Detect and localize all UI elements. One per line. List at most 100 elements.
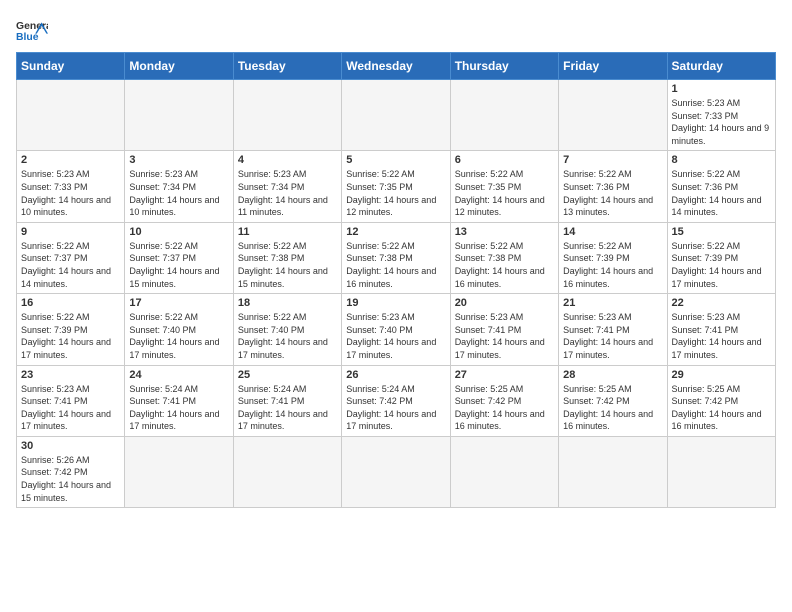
calendar-row: 30 Sunrise: 5:26 AMSunset: 7:42 PMDaylig… bbox=[17, 436, 776, 507]
svg-text:Blue: Blue bbox=[16, 32, 39, 43]
day-number: 12 bbox=[346, 226, 445, 238]
calendar-day bbox=[125, 80, 233, 151]
day-info: Sunrise: 5:23 AMSunset: 7:41 PMDaylight:… bbox=[455, 311, 554, 361]
day-number: 9 bbox=[21, 226, 120, 238]
day-number: 7 bbox=[563, 154, 662, 166]
day-number: 26 bbox=[346, 369, 445, 381]
day-number: 8 bbox=[672, 154, 771, 166]
calendar-row: 1 Sunrise: 5:23 AMSunset: 7:33 PMDayligh… bbox=[17, 80, 776, 151]
day-info: Sunrise: 5:22 AMSunset: 7:39 PMDaylight:… bbox=[563, 240, 662, 290]
day-info: Sunrise: 5:23 AMSunset: 7:41 PMDaylight:… bbox=[563, 311, 662, 361]
calendar-row: 9 Sunrise: 5:22 AMSunset: 7:37 PMDayligh… bbox=[17, 222, 776, 293]
day-info: Sunrise: 5:22 AMSunset: 7:36 PMDaylight:… bbox=[563, 168, 662, 218]
day-info: Sunrise: 5:25 AMSunset: 7:42 PMDaylight:… bbox=[455, 383, 554, 433]
day-number: 25 bbox=[238, 369, 337, 381]
calendar-day bbox=[342, 80, 450, 151]
header-friday: Friday bbox=[559, 53, 667, 80]
day-info: Sunrise: 5:22 AMSunset: 7:37 PMDaylight:… bbox=[129, 240, 228, 290]
calendar-day: 26 Sunrise: 5:24 AMSunset: 7:42 PMDaylig… bbox=[342, 365, 450, 436]
day-info: Sunrise: 5:24 AMSunset: 7:42 PMDaylight:… bbox=[346, 383, 445, 433]
calendar-day: 21 Sunrise: 5:23 AMSunset: 7:41 PMDaylig… bbox=[559, 294, 667, 365]
day-number: 22 bbox=[672, 297, 771, 309]
calendar-day bbox=[342, 436, 450, 507]
day-number: 30 bbox=[21, 440, 120, 452]
day-number: 29 bbox=[672, 369, 771, 381]
day-info: Sunrise: 5:23 AMSunset: 7:40 PMDaylight:… bbox=[346, 311, 445, 361]
day-number: 1 bbox=[672, 83, 771, 95]
calendar-day bbox=[233, 436, 341, 507]
day-info: Sunrise: 5:22 AMSunset: 7:36 PMDaylight:… bbox=[672, 168, 771, 218]
weekday-header-row: Sunday Monday Tuesday Wednesday Thursday… bbox=[17, 53, 776, 80]
day-info: Sunrise: 5:22 AMSunset: 7:39 PMDaylight:… bbox=[21, 311, 120, 361]
day-number: 15 bbox=[672, 226, 771, 238]
day-info: Sunrise: 5:26 AMSunset: 7:42 PMDaylight:… bbox=[21, 454, 120, 504]
calendar-day bbox=[17, 80, 125, 151]
calendar-day: 23 Sunrise: 5:23 AMSunset: 7:41 PMDaylig… bbox=[17, 365, 125, 436]
day-info: Sunrise: 5:22 AMSunset: 7:35 PMDaylight:… bbox=[455, 168, 554, 218]
calendar-day: 29 Sunrise: 5:25 AMSunset: 7:42 PMDaylig… bbox=[667, 365, 775, 436]
day-info: Sunrise: 5:22 AMSunset: 7:38 PMDaylight:… bbox=[238, 240, 337, 290]
day-info: Sunrise: 5:22 AMSunset: 7:38 PMDaylight:… bbox=[455, 240, 554, 290]
calendar-day: 10 Sunrise: 5:22 AMSunset: 7:37 PMDaylig… bbox=[125, 222, 233, 293]
day-info: Sunrise: 5:22 AMSunset: 7:39 PMDaylight:… bbox=[672, 240, 771, 290]
calendar-row: 23 Sunrise: 5:23 AMSunset: 7:41 PMDaylig… bbox=[17, 365, 776, 436]
day-number: 13 bbox=[455, 226, 554, 238]
day-info: Sunrise: 5:23 AMSunset: 7:34 PMDaylight:… bbox=[129, 168, 228, 218]
calendar-day bbox=[233, 80, 341, 151]
calendar-table: Sunday Monday Tuesday Wednesday Thursday… bbox=[16, 52, 776, 508]
day-number: 10 bbox=[129, 226, 228, 238]
logo-icon: General Blue bbox=[16, 16, 48, 44]
calendar-day: 24 Sunrise: 5:24 AMSunset: 7:41 PMDaylig… bbox=[125, 365, 233, 436]
calendar-day: 20 Sunrise: 5:23 AMSunset: 7:41 PMDaylig… bbox=[450, 294, 558, 365]
calendar-row: 2 Sunrise: 5:23 AMSunset: 7:33 PMDayligh… bbox=[17, 151, 776, 222]
day-number: 28 bbox=[563, 369, 662, 381]
calendar-row: 16 Sunrise: 5:22 AMSunset: 7:39 PMDaylig… bbox=[17, 294, 776, 365]
day-number: 3 bbox=[129, 154, 228, 166]
calendar-day: 5 Sunrise: 5:22 AMSunset: 7:35 PMDayligh… bbox=[342, 151, 450, 222]
calendar-day: 7 Sunrise: 5:22 AMSunset: 7:36 PMDayligh… bbox=[559, 151, 667, 222]
calendar-day: 15 Sunrise: 5:22 AMSunset: 7:39 PMDaylig… bbox=[667, 222, 775, 293]
calendar-day: 6 Sunrise: 5:22 AMSunset: 7:35 PMDayligh… bbox=[450, 151, 558, 222]
calendar-day: 4 Sunrise: 5:23 AMSunset: 7:34 PMDayligh… bbox=[233, 151, 341, 222]
day-number: 18 bbox=[238, 297, 337, 309]
day-number: 16 bbox=[21, 297, 120, 309]
header-wednesday: Wednesday bbox=[342, 53, 450, 80]
logo: General Blue bbox=[16, 16, 48, 44]
calendar-day: 11 Sunrise: 5:22 AMSunset: 7:38 PMDaylig… bbox=[233, 222, 341, 293]
calendar-day: 1 Sunrise: 5:23 AMSunset: 7:33 PMDayligh… bbox=[667, 80, 775, 151]
day-info: Sunrise: 5:22 AMSunset: 7:37 PMDaylight:… bbox=[21, 240, 120, 290]
day-number: 11 bbox=[238, 226, 337, 238]
page-header: General Blue bbox=[16, 16, 776, 44]
day-info: Sunrise: 5:23 AMSunset: 7:33 PMDaylight:… bbox=[672, 97, 771, 147]
calendar-day: 14 Sunrise: 5:22 AMSunset: 7:39 PMDaylig… bbox=[559, 222, 667, 293]
calendar-day: 18 Sunrise: 5:22 AMSunset: 7:40 PMDaylig… bbox=[233, 294, 341, 365]
calendar-day: 8 Sunrise: 5:22 AMSunset: 7:36 PMDayligh… bbox=[667, 151, 775, 222]
day-info: Sunrise: 5:23 AMSunset: 7:34 PMDaylight:… bbox=[238, 168, 337, 218]
calendar-day: 17 Sunrise: 5:22 AMSunset: 7:40 PMDaylig… bbox=[125, 294, 233, 365]
header-saturday: Saturday bbox=[667, 53, 775, 80]
calendar-day: 19 Sunrise: 5:23 AMSunset: 7:40 PMDaylig… bbox=[342, 294, 450, 365]
calendar-day: 25 Sunrise: 5:24 AMSunset: 7:41 PMDaylig… bbox=[233, 365, 341, 436]
day-info: Sunrise: 5:22 AMSunset: 7:40 PMDaylight:… bbox=[129, 311, 228, 361]
day-info: Sunrise: 5:22 AMSunset: 7:40 PMDaylight:… bbox=[238, 311, 337, 361]
day-number: 24 bbox=[129, 369, 228, 381]
header-sunday: Sunday bbox=[17, 53, 125, 80]
calendar-day: 30 Sunrise: 5:26 AMSunset: 7:42 PMDaylig… bbox=[17, 436, 125, 507]
day-info: Sunrise: 5:23 AMSunset: 7:41 PMDaylight:… bbox=[672, 311, 771, 361]
day-number: 20 bbox=[455, 297, 554, 309]
header-monday: Monday bbox=[125, 53, 233, 80]
calendar-day bbox=[450, 436, 558, 507]
calendar-day: 12 Sunrise: 5:22 AMSunset: 7:38 PMDaylig… bbox=[342, 222, 450, 293]
day-number: 4 bbox=[238, 154, 337, 166]
day-info: Sunrise: 5:25 AMSunset: 7:42 PMDaylight:… bbox=[563, 383, 662, 433]
day-number: 17 bbox=[129, 297, 228, 309]
day-number: 19 bbox=[346, 297, 445, 309]
calendar-day bbox=[559, 80, 667, 151]
header-tuesday: Tuesday bbox=[233, 53, 341, 80]
day-number: 5 bbox=[346, 154, 445, 166]
calendar-day bbox=[667, 436, 775, 507]
day-info: Sunrise: 5:24 AMSunset: 7:41 PMDaylight:… bbox=[238, 383, 337, 433]
day-number: 27 bbox=[455, 369, 554, 381]
calendar-day: 3 Sunrise: 5:23 AMSunset: 7:34 PMDayligh… bbox=[125, 151, 233, 222]
calendar-day: 9 Sunrise: 5:22 AMSunset: 7:37 PMDayligh… bbox=[17, 222, 125, 293]
